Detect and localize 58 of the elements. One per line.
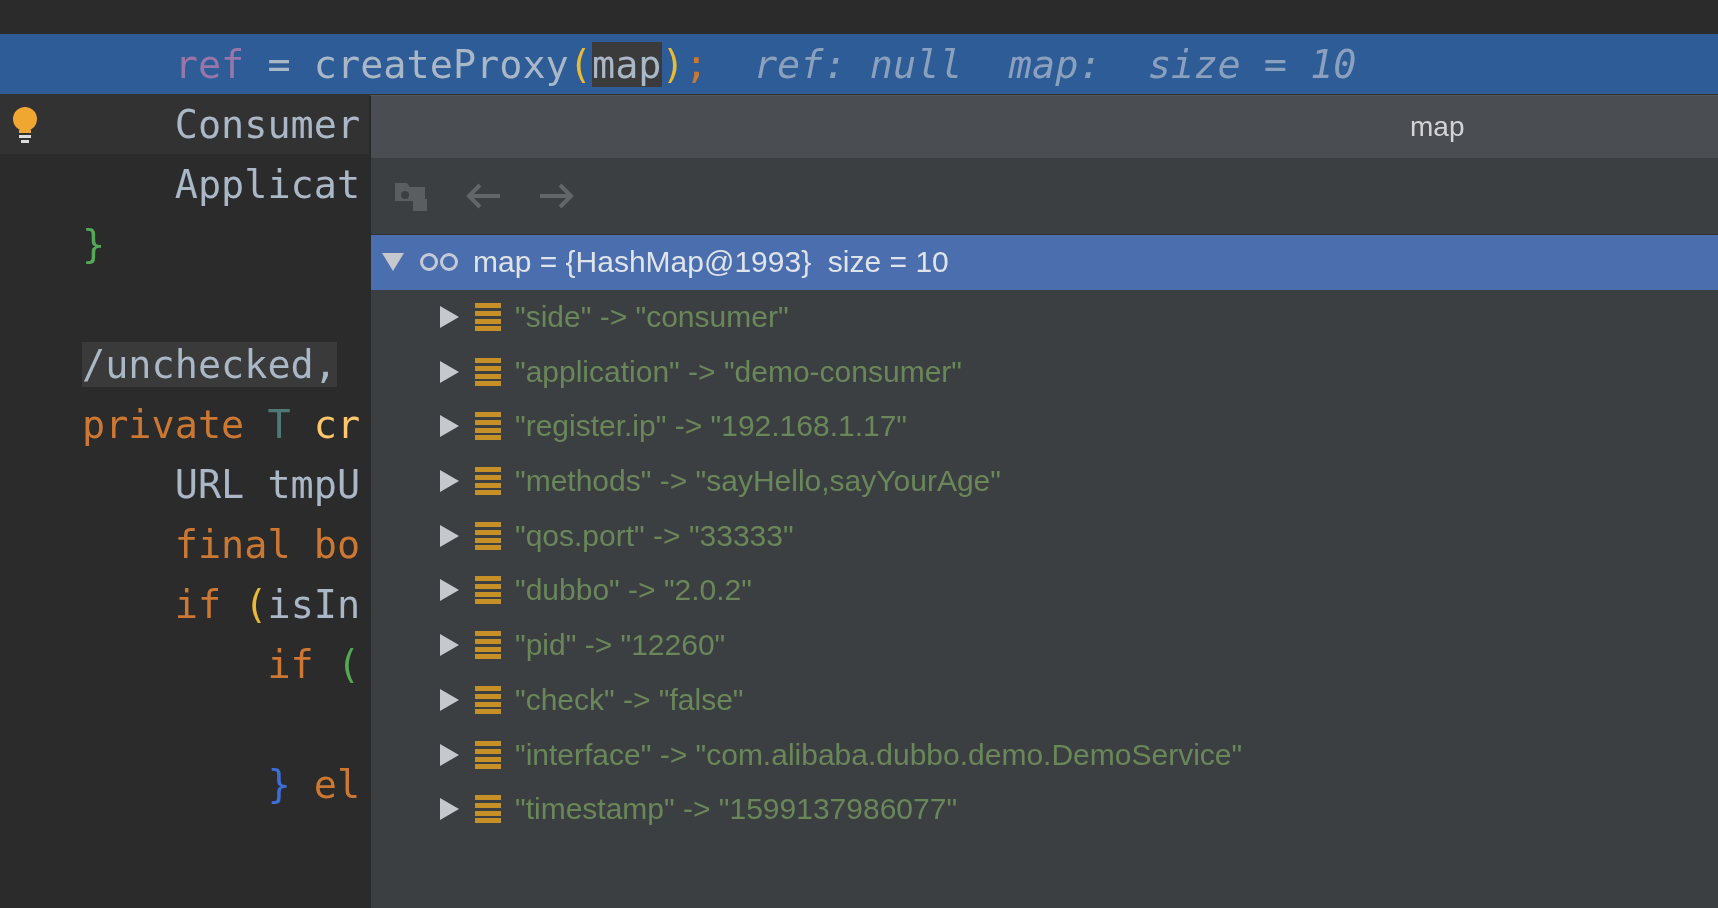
tree-row[interactable]: "interface" -> "com.alibaba.dubbo.demo.DemoService" bbox=[371, 727, 1718, 782]
glasses-icon bbox=[419, 251, 459, 274]
code-line: if (isIn bbox=[173, 581, 361, 627]
tree-row[interactable]: "pid" -> "12260" bbox=[371, 617, 1718, 673]
tree-row[interactable]: "register.ip" -> "192.168.1.17" bbox=[371, 399, 1718, 454]
entry-icon bbox=[475, 467, 501, 496]
tree-row[interactable]: "timestamp" -> "1599137986077" bbox=[371, 781, 1718, 837]
right-arrow-icon bbox=[538, 182, 574, 210]
tree-row[interactable]: "check" -> "false" bbox=[371, 672, 1718, 728]
expand-triangle-icon[interactable] bbox=[437, 358, 461, 385]
code-line: ref = createProxy(map); bbox=[173, 41, 708, 87]
tree-row[interactable]: "dubbo" -> "2.0.2" bbox=[371, 563, 1718, 618]
expand-triangle-icon[interactable] bbox=[437, 413, 461, 440]
entry-icon bbox=[475, 740, 501, 769]
expand-triangle-icon[interactable] bbox=[437, 522, 461, 549]
entry-icon bbox=[475, 412, 501, 441]
tree-row-label: "check" -> "false" bbox=[515, 682, 744, 717]
tree-row-label: "side" -> "consumer" bbox=[515, 300, 789, 335]
tree-row-label: "qos.port" -> "33333" bbox=[515, 518, 794, 553]
tree-row-label: map = {HashMap@1993} size = 10 bbox=[473, 245, 949, 280]
entry-icon bbox=[475, 357, 501, 386]
expand-triangle-icon[interactable] bbox=[437, 632, 461, 659]
code-line: URL tmpU bbox=[173, 461, 361, 507]
entry-icon bbox=[475, 795, 501, 824]
tree-row-label: "pid" -> "12260" bbox=[515, 628, 726, 663]
lightbulb-icon[interactable] bbox=[10, 106, 40, 144]
tree-row-label: "dubbo" -> "2.0.2" bbox=[515, 573, 752, 608]
tree-row-label: "methods" -> "sayHello,sayYourAge" bbox=[515, 464, 1001, 499]
tree-row-label: "timestamp" -> "1599137986077" bbox=[515, 792, 958, 827]
expand-triangle-icon[interactable] bbox=[437, 577, 461, 604]
tree-row-label: "register.ip" -> "192.168.1.17" bbox=[515, 409, 907, 444]
inline-value-hint: ref: null map: size = 10 bbox=[753, 41, 1357, 87]
left-arrow-icon bbox=[466, 182, 502, 210]
expand-triangle-icon[interactable] bbox=[437, 796, 461, 823]
expand-triangle-icon[interactable] bbox=[437, 741, 461, 768]
expand-triangle-icon[interactable] bbox=[437, 468, 461, 495]
code-line: if ( bbox=[266, 641, 361, 687]
code-line: } el bbox=[266, 761, 361, 807]
code-line: private T cr bbox=[82, 401, 361, 447]
expand-triangle-icon[interactable] bbox=[437, 304, 461, 331]
code-line: Consumer bbox=[173, 101, 361, 147]
tree-row[interactable]: "application" -> "demo-consumer" bbox=[371, 344, 1718, 400]
code-line: Applicat bbox=[173, 161, 361, 207]
tree-row-label: "interface" -> "com.alibaba.dubbo.demo.DemoService" bbox=[515, 737, 1243, 772]
tree-row[interactable]: "qos.port" -> "33333" bbox=[371, 508, 1718, 564]
entry-icon bbox=[475, 631, 501, 660]
popup-title: map bbox=[1410, 111, 1465, 143]
tree-row[interactable]: map = {HashMap@1993} size = 10 bbox=[371, 235, 1718, 290]
code-line: } bbox=[82, 221, 106, 267]
entry-icon bbox=[475, 576, 501, 605]
entry-icon bbox=[475, 685, 501, 714]
tree-row[interactable]: "side" -> "consumer" bbox=[371, 289, 1718, 345]
tree-row-label: "application" -> "demo-consumer" bbox=[515, 354, 962, 389]
entry-icon bbox=[475, 303, 501, 332]
tree-row[interactable]: "methods" -> "sayHello,sayYourAge" bbox=[371, 453, 1718, 509]
entry-icon bbox=[475, 521, 501, 550]
code-line: final bo bbox=[173, 521, 361, 567]
expand-triangle-icon[interactable] bbox=[437, 686, 461, 713]
